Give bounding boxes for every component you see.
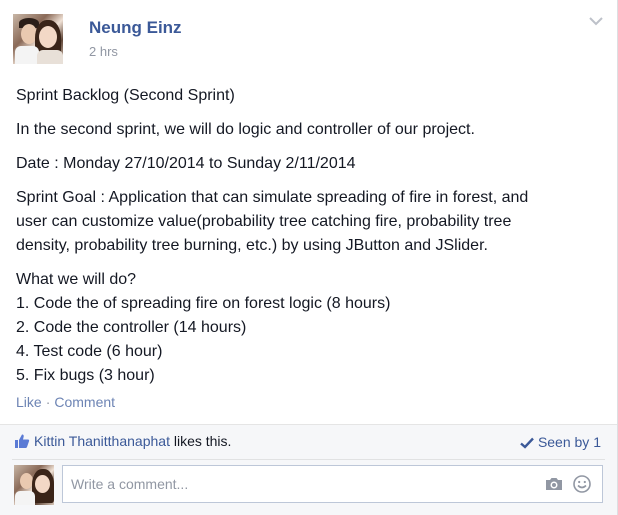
post-paragraph: What we will do? 1. Code the of spreadin… — [16, 268, 606, 388]
seen-by-label: Seen by 1 — [537, 434, 601, 450]
post-line: Date : Monday 27/10/2014 to Sunday 2/11/… — [16, 155, 356, 172]
post-line: 2. Code the controller (14 hours) — [16, 319, 247, 336]
post-paragraph: Date : Monday 27/10/2014 to Sunday 2/11/… — [16, 152, 606, 176]
footer-divider — [12, 459, 605, 460]
post-line: 1. Code the of spreading fire on forest … — [16, 295, 391, 312]
action-separator: · — [45, 394, 51, 410]
camera-icon[interactable] — [544, 476, 564, 492]
post-paragraph: Sprint Goal : Application that can simul… — [16, 186, 606, 258]
chevron-down-icon[interactable] — [589, 16, 603, 26]
thumbs-up-icon — [14, 433, 30, 452]
comment-input[interactable] — [63, 466, 531, 502]
author-name[interactable]: Neung Einz — [89, 18, 182, 38]
post-line: What we will do? — [16, 271, 137, 288]
post-line: user can customize value(probability tre… — [16, 213, 512, 230]
post-line: density, probability tree burning, etc.)… — [16, 237, 488, 254]
seen-by[interactable]: Seen by 1 — [520, 434, 601, 450]
post-paragraph: In the second sprint, we will do logic a… — [16, 118, 606, 142]
comment-box — [62, 465, 603, 503]
post-footer: Kittin Thanitthanaphat likes this. Seen … — [0, 424, 617, 515]
likes-suffix: likes this. — [169, 433, 232, 449]
post-card: Neung Einz 2 hrs Sprint Backlog (Second … — [0, 0, 618, 515]
post-line: In the second sprint, we will do logic a… — [16, 121, 475, 138]
post-paragraph: Sprint Backlog (Second Sprint) — [16, 84, 606, 108]
comment-link[interactable]: Comment — [54, 394, 115, 410]
likes-summary: Kittin Thanitthanaphat likes this. — [14, 433, 231, 452]
smiley-icon[interactable] — [572, 474, 592, 494]
author-avatar[interactable] — [13, 14, 63, 64]
post-actions: Like · Comment — [16, 394, 115, 410]
post-line: Sprint Backlog (Second Sprint) — [16, 87, 235, 104]
commenter-avatar[interactable] — [14, 465, 54, 505]
like-link[interactable]: Like — [16, 394, 42, 410]
checkmark-icon — [520, 437, 534, 449]
post-line: 4. Test code (6 hour) — [16, 343, 163, 360]
post-content: Sprint Backlog (Second Sprint) In the se… — [16, 84, 606, 398]
post-line: Sprint Goal : Application that can simul… — [16, 189, 529, 206]
post-line: 5. Fix bugs (3 hour) — [16, 367, 155, 384]
liker-name[interactable]: Kittin Thanitthanaphat — [34, 433, 170, 449]
post-timestamp[interactable]: 2 hrs — [89, 44, 118, 59]
